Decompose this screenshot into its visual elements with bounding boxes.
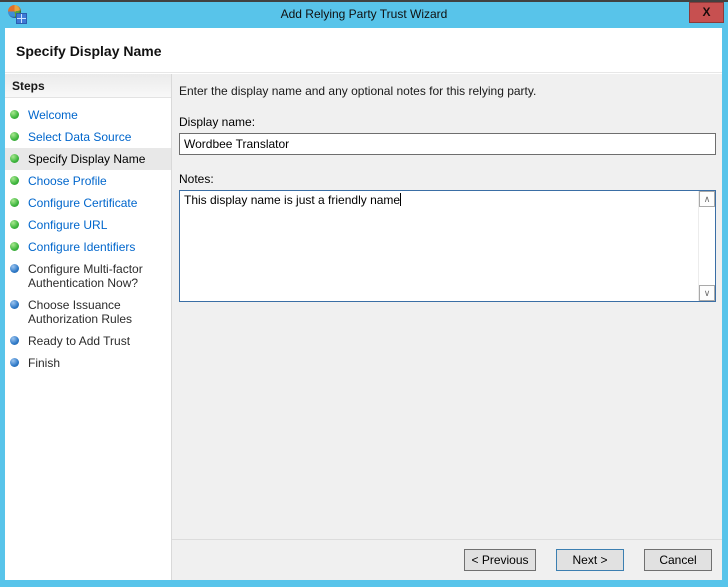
close-button[interactable]: X: [689, 2, 724, 23]
step-upcoming-bullet-icon: [10, 358, 19, 367]
step-finish[interactable]: Finish: [5, 352, 171, 374]
window-title: Add Relying Party Trust Wizard: [0, 2, 728, 28]
text-caret: [400, 193, 401, 206]
notes-textarea[interactable]: This display name is just a friendly nam…: [179, 190, 716, 302]
scroll-down-button[interactable]: ∨: [699, 285, 715, 301]
main-pane: Enter the display name and any optional …: [172, 74, 722, 580]
step-done-bullet-icon: [10, 220, 19, 229]
dialog-header: Specify Display Name: [5, 28, 722, 73]
step-done-bullet-icon: [10, 176, 19, 185]
close-icon: X: [702, 5, 710, 19]
step-done-bullet-icon: [10, 242, 19, 251]
step-select-data-source[interactable]: Select Data Source: [5, 126, 171, 148]
chevron-up-icon: ∧: [704, 194, 711, 204]
notes-text: This display name is just a friendly nam…: [184, 193, 400, 207]
steps-sidebar: Steps Welcome Select Data Source Specify…: [5, 74, 172, 580]
step-configure-identifiers[interactable]: Configure Identifiers: [5, 236, 171, 258]
step-configure-certificate[interactable]: Configure Certificate: [5, 192, 171, 214]
wizard-dialog: Specify Display Name Steps Welcome Selec…: [5, 28, 722, 580]
previous-button[interactable]: < Previous: [464, 549, 536, 571]
step-welcome[interactable]: Welcome: [5, 104, 171, 126]
cancel-button[interactable]: Cancel: [644, 549, 712, 571]
step-upcoming-bullet-icon: [10, 300, 19, 309]
instruction-text: Enter the display name and any optional …: [179, 84, 716, 98]
step-specify-display-name[interactable]: Specify Display Name: [5, 148, 171, 170]
steps-list: Welcome Select Data Source Specify Displ…: [5, 98, 171, 374]
notes-label: Notes:: [179, 172, 716, 186]
step-upcoming-bullet-icon: [10, 336, 19, 345]
titlebar[interactable]: Add Relying Party Trust Wizard X: [0, 2, 728, 28]
display-name-label: Display name:: [179, 115, 716, 129]
step-done-bullet-icon: [10, 198, 19, 207]
step-upcoming-bullet-icon: [10, 264, 19, 273]
step-ready-to-add-trust[interactable]: Ready to Add Trust: [5, 330, 171, 352]
steps-header: Steps: [5, 74, 171, 98]
display-name-input[interactable]: [179, 133, 716, 155]
step-choose-profile[interactable]: Choose Profile: [5, 170, 171, 192]
wizard-footer: < Previous Next > Cancel: [172, 539, 722, 580]
scrollbar-track[interactable]: [699, 207, 715, 285]
display-name-form: Enter the display name and any optional …: [172, 74, 722, 302]
wizard-window: Add Relying Party Trust Wizard X Specify…: [0, 0, 728, 587]
notes-scrollbar[interactable]: ∧ ∨: [698, 191, 715, 301]
step-configure-url[interactable]: Configure URL: [5, 214, 171, 236]
chevron-down-icon: ∨: [704, 288, 711, 298]
page-title: Specify Display Name: [5, 28, 722, 59]
step-current-bullet-icon: [10, 154, 19, 163]
next-button[interactable]: Next >: [556, 549, 624, 571]
step-done-bullet-icon: [10, 132, 19, 141]
scroll-up-button[interactable]: ∧: [699, 191, 715, 207]
step-done-bullet-icon: [10, 110, 19, 119]
dialog-body: Steps Welcome Select Data Source Specify…: [5, 74, 722, 580]
step-configure-mfa[interactable]: Configure Multi-factor Authentication No…: [5, 258, 171, 294]
step-choose-issuance-rules[interactable]: Choose Issuance Authorization Rules: [5, 294, 171, 330]
